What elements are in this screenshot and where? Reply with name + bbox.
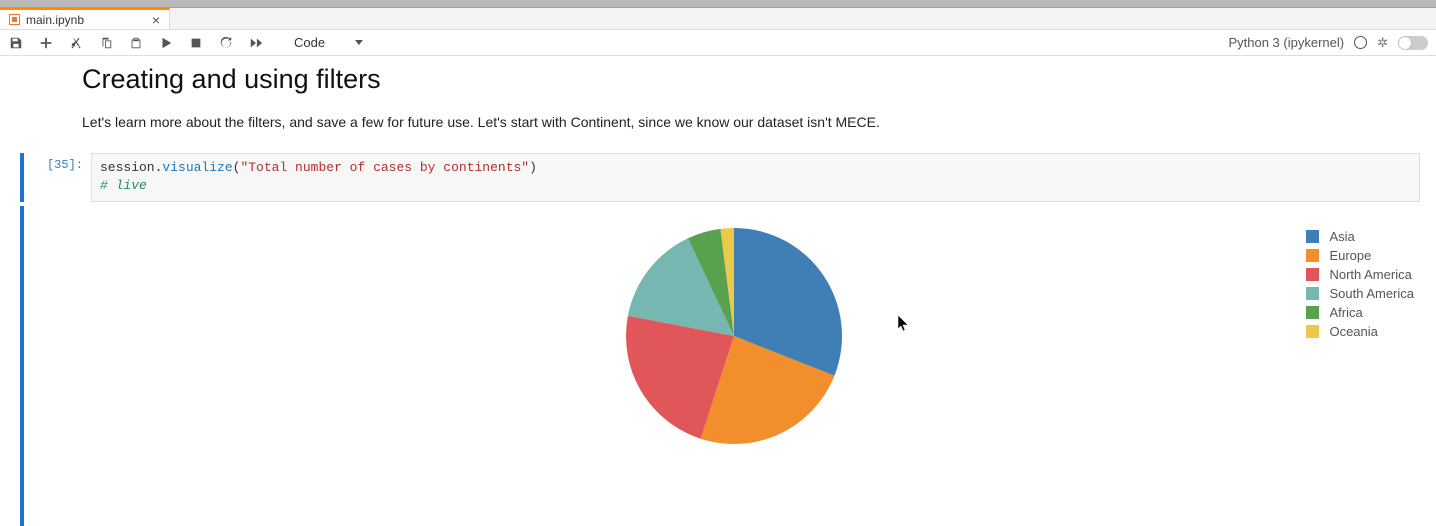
legend-label: North America bbox=[1329, 267, 1411, 282]
legend-item[interactable]: Oceania bbox=[1306, 323, 1414, 340]
mouse-cursor-icon bbox=[897, 314, 911, 335]
restart-icon[interactable] bbox=[218, 35, 234, 51]
legend-item[interactable]: Asia bbox=[1306, 228, 1414, 245]
close-icon[interactable]: × bbox=[149, 13, 163, 27]
cell-type-select[interactable]: Code bbox=[288, 34, 369, 51]
legend-label: Europe bbox=[1329, 248, 1371, 263]
code-editor[interactable]: session.visualize("Total number of cases… bbox=[91, 153, 1420, 203]
toolbar: Code Python 3 (ipykernel) ✲ bbox=[0, 30, 1436, 56]
code-cell[interactable]: [35]: session.visualize("Total number of… bbox=[20, 153, 1420, 203]
debugger-toggle[interactable] bbox=[1398, 36, 1428, 50]
legend-swatch bbox=[1306, 230, 1319, 243]
run-icon[interactable] bbox=[158, 35, 174, 51]
legend-item[interactable]: Africa bbox=[1306, 304, 1414, 321]
cell-type-label: Code bbox=[294, 35, 325, 50]
legend-label: Africa bbox=[1329, 305, 1362, 320]
legend-item[interactable]: Europe bbox=[1306, 247, 1414, 264]
markdown-heading: Creating and using filters bbox=[82, 64, 1420, 95]
window-chrome bbox=[0, 0, 1436, 8]
notebook-tab[interactable]: main.ipynb × bbox=[0, 8, 170, 29]
debug-icon[interactable]: ✲ bbox=[1377, 35, 1388, 51]
notebook-icon bbox=[8, 14, 20, 26]
pie-chart[interactable] bbox=[624, 226, 844, 449]
legend-item[interactable]: South America bbox=[1306, 285, 1414, 302]
legend-swatch bbox=[1306, 268, 1319, 281]
chevron-down-icon bbox=[355, 40, 363, 45]
legend-swatch bbox=[1306, 306, 1319, 319]
cell-output: Asia Europe North America South America Afri… bbox=[20, 206, 1420, 526]
add-cell-icon[interactable] bbox=[38, 35, 54, 51]
cell-prompt: [35]: bbox=[37, 153, 91, 203]
paste-icon[interactable] bbox=[128, 35, 144, 51]
chart-legend: Asia Europe North America South America Afri… bbox=[1306, 228, 1414, 342]
fast-forward-icon[interactable] bbox=[248, 35, 264, 51]
stop-icon[interactable] bbox=[188, 35, 204, 51]
legend-item[interactable]: North America bbox=[1306, 266, 1414, 283]
kernel-status-icon[interactable] bbox=[1354, 36, 1367, 49]
cut-icon[interactable] bbox=[68, 35, 84, 51]
kernel-name[interactable]: Python 3 (ipykernel) bbox=[1228, 35, 1344, 50]
legend-swatch bbox=[1306, 287, 1319, 300]
notebook-area: Creating and using filters Let's learn m… bbox=[0, 56, 1436, 526]
tab-bar: main.ipynb × bbox=[0, 8, 1436, 30]
tab-label: main.ipynb bbox=[26, 13, 143, 27]
legend-label: Oceania bbox=[1329, 324, 1377, 339]
save-icon[interactable] bbox=[8, 35, 24, 51]
legend-label: Asia bbox=[1329, 229, 1354, 244]
legend-label: South America bbox=[1329, 286, 1414, 301]
markdown-paragraph: Let's learn more about the filters, and … bbox=[82, 113, 1420, 133]
legend-swatch bbox=[1306, 249, 1319, 262]
markdown-cell[interactable]: Creating and using filters Let's learn m… bbox=[20, 60, 1420, 143]
legend-swatch bbox=[1306, 325, 1319, 338]
copy-icon[interactable] bbox=[98, 35, 114, 51]
chart-output: Asia Europe North America South America Afri… bbox=[24, 206, 1420, 526]
